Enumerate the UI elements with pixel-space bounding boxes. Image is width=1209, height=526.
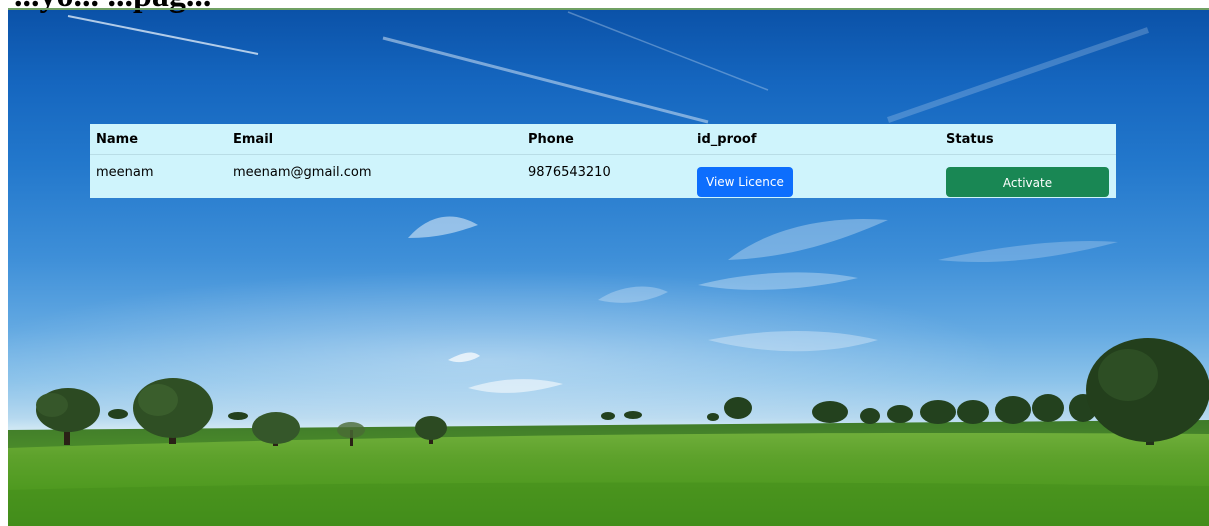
cell-phone: 9876543210 [528, 165, 611, 180]
column-header-phone: Phone [522, 124, 691, 155]
page: ...yo... ...pag... [0, 0, 1209, 526]
table-header-row: Name Email Phone id_proof Status [90, 124, 1116, 155]
cell-name: meenam [96, 165, 154, 180]
cell-email: meenam@gmail.com [233, 165, 372, 180]
page-heading: ...yo... ...pag... [14, 0, 211, 13]
activate-button[interactable]: Activate [946, 166, 1109, 197]
column-header-email: Email [227, 124, 522, 155]
cell-id-proof: View Licence [691, 155, 940, 209]
users-table: Name Email Phone id_proof Status meenam … [90, 124, 1116, 208]
column-header-status: Status [940, 124, 1116, 155]
column-header-id-proof: id_proof [691, 124, 940, 155]
landscape-illustration [8, 11, 1209, 526]
view-licence-button[interactable]: View Licence [697, 166, 793, 197]
heading-divider [8, 8, 1209, 10]
users-table-panel: Name Email Phone id_proof Status meenam … [90, 124, 1116, 198]
table-row: meenam meenam@gmail.com 9876543210 View … [90, 155, 1116, 209]
background-landscape-image [8, 10, 1209, 526]
cell-status: Activate [940, 155, 1116, 209]
column-header-name: Name [90, 124, 227, 155]
